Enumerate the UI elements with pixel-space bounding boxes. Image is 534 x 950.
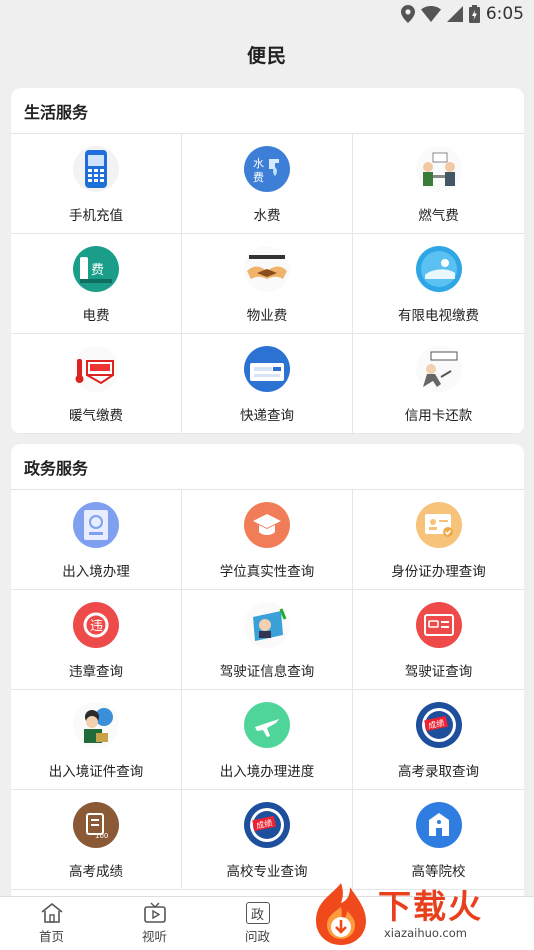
service-travel-progress[interactable]: 出入境办理进度 (182, 690, 353, 790)
service-label: 出入境证件查询 (48, 764, 144, 780)
app-bar: 便民 (0, 28, 534, 80)
svg-text:费: 费 (253, 171, 264, 184)
cable-tv-icon (415, 246, 462, 292)
service-credit-card[interactable]: 信用卡还款 (353, 334, 524, 434)
service-label: 高等院校 (411, 864, 466, 880)
tab-gov[interactable]: 政 问政 (206, 897, 309, 950)
electric-fee-icon: 费 (73, 246, 119, 292)
gov-services-grid: 出入境办理 学位真实性查询 身份证办理查询 违 违章查询 驾驶证信息查询 驾驶证… (11, 490, 524, 890)
service-violation[interactable]: 违 违章查询 (11, 590, 182, 690)
signal-icon (446, 6, 463, 22)
service-express-query[interactable]: 快递查询 (182, 334, 353, 434)
service-driver-license[interactable]: 驾驶证查询 (353, 590, 524, 690)
svg-text:费: 费 (91, 263, 104, 278)
service-major-query[interactable]: 成绩 高校专业查询 (182, 790, 353, 890)
section-title: 政务服务 (11, 444, 524, 490)
driver-license-icon (415, 602, 462, 648)
airplane-icon (244, 702, 290, 748)
watermark: 下载火 xiazaihuo.com (310, 878, 534, 950)
tab-label: 问政 (244, 929, 270, 944)
id-card-icon (415, 502, 462, 548)
service-label: 快递查询 (240, 408, 294, 424)
battery-icon (468, 5, 480, 23)
svg-text:违: 违 (90, 619, 103, 634)
service-label: 出入境办理 (62, 564, 130, 580)
status-bar: 6:05 (0, 0, 534, 28)
property-fee-icon (244, 246, 290, 292)
location-icon (400, 5, 415, 23)
page-title: 便民 (246, 44, 287, 67)
life-services-card: 生活服务 手机充值 水费 水费 燃气费 费 电费 物业费 有限电视缴费 暖气缴费… (11, 88, 524, 434)
service-score[interactable]: 100 高考成绩 (11, 790, 182, 890)
service-label: 学位真实性查询 (219, 564, 315, 580)
service-mobile-recharge[interactable]: 手机充值 (11, 134, 182, 234)
home-icon (41, 902, 62, 923)
service-water-fee[interactable]: 水费 水费 (182, 134, 353, 234)
section-title: 生活服务 (11, 88, 524, 134)
score-icon: 100 (73, 802, 119, 848)
gov-icon: 政 (245, 902, 270, 924)
service-heating-fee[interactable]: 暖气缴费 (11, 334, 182, 434)
service-label: 手机充值 (69, 208, 123, 224)
violation-icon: 违 (73, 602, 119, 648)
service-electric-fee[interactable]: 费 电费 (11, 234, 182, 334)
admission-icon: 成绩 (415, 702, 462, 748)
service-passport[interactable]: 出入境办理 (11, 490, 182, 590)
service-label: 违章查询 (69, 664, 123, 680)
service-university[interactable]: 高等院校 (353, 790, 524, 890)
service-label: 高考录取查询 (398, 764, 479, 780)
gas-fee-icon (415, 146, 462, 192)
service-label: 物业费 (246, 308, 288, 324)
wifi-icon (420, 6, 441, 22)
service-document-query[interactable]: 出入境证件查询 (11, 690, 182, 790)
tab-home[interactable]: 首页 (0, 897, 103, 950)
flame-logo-icon (316, 883, 366, 945)
service-property-fee[interactable]: 物业费 (182, 234, 353, 334)
life-services-grid: 手机充值 水费 水费 燃气费 费 电费 物业费 有限电视缴费 暖气缴费 快递查询… (11, 134, 524, 434)
express-query-icon (244, 346, 290, 392)
service-label: 燃气费 (418, 208, 459, 224)
tv-icon (143, 902, 166, 923)
heating-fee-icon (73, 346, 119, 392)
service-label: 出入境办理进度 (219, 764, 315, 780)
service-driver-info[interactable]: 驾驶证信息查询 (182, 590, 353, 690)
service-label: 暖气缴费 (69, 408, 123, 424)
svg-text:100: 100 (95, 832, 108, 840)
passport-icon (73, 502, 119, 548)
service-label: 高校专业查询 (226, 864, 308, 880)
service-label: 有限电视缴费 (398, 308, 479, 324)
phone-recharge-icon (73, 146, 119, 192)
watermark-en: xiazaihuo.com (384, 926, 467, 940)
credit-card-icon (415, 346, 462, 392)
driver-info-icon (244, 602, 290, 648)
svg-text:水: 水 (253, 157, 264, 170)
document-query-icon (73, 702, 119, 748)
watermark-text: 下载火 xiazaihuo.com (378, 887, 483, 941)
tab-label: 首页 (38, 929, 64, 944)
service-degree-verify[interactable]: 学位真实性查询 (182, 490, 353, 590)
service-cable-tv[interactable]: 有限电视缴费 (353, 234, 524, 334)
service-label: 身份证办理查询 (391, 564, 486, 580)
service-label: 驾驶证信息查询 (219, 664, 315, 680)
service-label: 信用卡还款 (404, 408, 473, 424)
status-time: 6:05 (485, 4, 524, 24)
university-icon (415, 802, 462, 848)
major-query-icon: 成绩 (244, 802, 290, 848)
service-label: 驾驶证查询 (404, 664, 473, 680)
service-label: 高考成绩 (69, 864, 123, 880)
service-id-card[interactable]: 身份证办理查询 (353, 490, 524, 590)
water-fee-icon: 水费 (244, 146, 290, 192)
tab-media[interactable]: 视听 (103, 897, 206, 950)
tab-label: 视听 (141, 929, 167, 944)
graduation-cap-icon (244, 502, 290, 548)
gov-services-card: 政务服务 出入境办理 学位真实性查询 身份证办理查询 违 违章查询 驾驶证信息查… (11, 444, 524, 904)
service-gas-fee[interactable]: 燃气费 (353, 134, 524, 234)
watermark-cn: 下载火 (378, 887, 483, 926)
service-label: 水费 (253, 208, 281, 224)
service-label: 电费 (82, 308, 110, 324)
service-admission[interactable]: 成绩 高考录取查询 (353, 690, 524, 790)
